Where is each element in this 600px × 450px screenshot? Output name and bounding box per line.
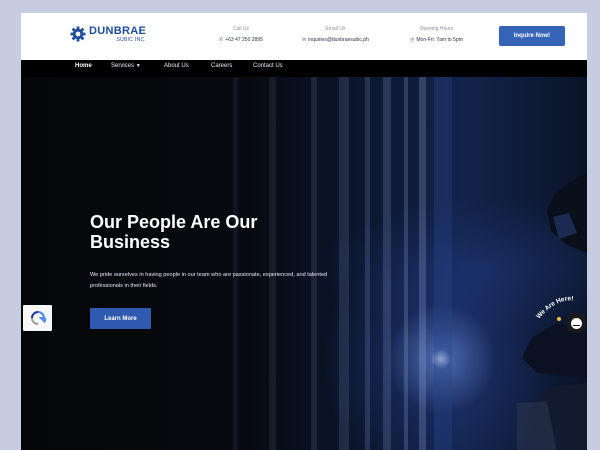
browser-viewport: DUNBRAE SUBIC INC. Call Us ✆ +63 47 250 2… [21,13,587,450]
light-stripe [404,77,408,450]
hero-banner: Our People Are Our Business We pride our… [21,77,587,450]
brand-subtitle: SUBIC INC. [116,37,147,43]
recaptcha-icon [30,311,46,325]
main-nav: Home Services ▼ About Us Careers Contact… [21,60,587,77]
contact-call: Call Us ✆ +63 47 250 2895 [219,26,263,45]
hero-title: Our People Are Our Business [90,212,258,252]
nav-services[interactable]: Services ▼ [111,63,141,69]
hours-label: Opening Hours [419,26,454,32]
chevron-down-icon: ▼ [135,63,141,69]
nav-careers[interactable]: Careers [211,63,232,69]
clock-icon: ◷ [410,37,415,43]
nav-about[interactable]: About Us [164,63,189,69]
top-header: DUNBRAE SUBIC INC. Call Us ✆ +63 47 250 2… [21,13,587,60]
email-label: Email Us [325,26,346,32]
call-value[interactable]: +63 47 250 2895 [225,37,263,43]
call-label: Call Us [232,26,249,32]
chat-icon [570,317,582,329]
light-stripe [419,77,426,450]
recaptcha-badge[interactable] [23,305,52,331]
light-stripe [383,77,391,450]
phone-icon: ✆ [219,37,224,43]
nav-home[interactable]: Home [75,63,92,69]
nav-services-label: Services [111,63,135,69]
email-value[interactable]: inquiries@dunbraesubic.ph [308,37,369,43]
light-stripe [365,77,370,450]
light-stripe [311,77,317,450]
contact-email: Email Us ✉ inquiries@dunbraesubic.ph [302,26,369,45]
inquire-now-button[interactable]: Inquire Now! [499,26,565,46]
gear-icon [70,26,86,42]
nav-contact[interactable]: Contact Us [253,63,283,69]
hours-value: Mon-Fri: 7am to 5pm [416,37,463,43]
light-stripe [233,77,238,450]
contact-hours: Opening Hours ◷ Mon-Fri: 7am to 5pm [410,26,463,45]
light-stripe [339,77,349,450]
learn-more-button[interactable]: Learn More [90,308,151,329]
hero-description: We pride ourselves in having people in o… [90,272,328,289]
logo[interactable]: DUNBRAE SUBIC INC. [70,25,146,43]
light-stripe [434,77,452,450]
mail-icon: ✉ [302,37,307,43]
light-stripe [269,77,276,450]
chat-widget-button[interactable] [566,313,586,333]
brand-name: DUNBRAE [89,25,147,37]
